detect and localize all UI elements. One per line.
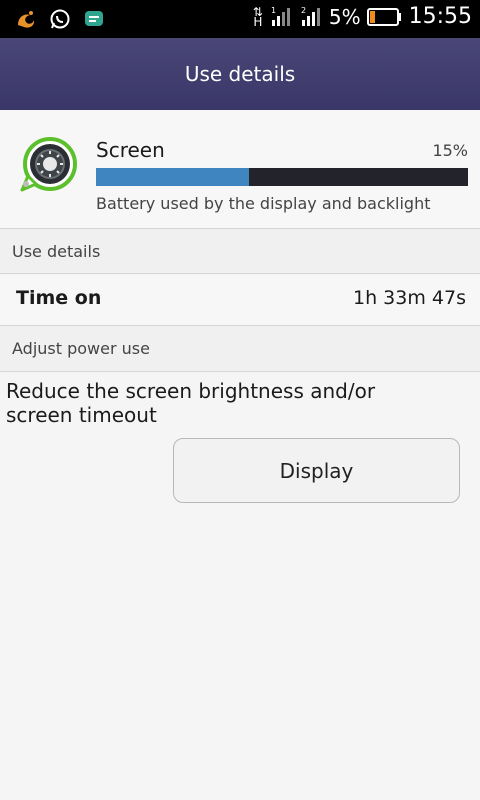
notification-icons — [14, 7, 106, 31]
section-header-label: Adjust power use — [12, 339, 150, 358]
time-on-label: Time on — [16, 287, 102, 309]
usage-progress-bar — [96, 168, 468, 186]
page-title: Use details — [184, 62, 296, 86]
section-header-use-details: Use details — [0, 229, 480, 274]
usage-item-description: Battery used by the display and backligh… — [96, 194, 431, 213]
power-advice-text: Reduce the screen brightness and/or scre… — [6, 379, 376, 427]
status-bar: ⇅ H 1 2 5% 15:55 — [0, 0, 480, 38]
network-type-label: H — [253, 14, 263, 29]
signal-sim2-icon: 2 — [301, 6, 320, 26]
system-status: ⇅ H 1 2 5% 15:55 — [253, 4, 472, 29]
whatsapp-icon — [50, 9, 70, 29]
sim2-label: 2 — [301, 6, 306, 15]
signal-sim1-icon: 1 — [271, 6, 290, 26]
section-header-adjust-power: Adjust power use — [0, 326, 480, 372]
battery-icon — [366, 7, 401, 26]
uc-browser-icon — [18, 11, 35, 28]
display-settings-button[interactable]: Display — [173, 438, 460, 503]
chat-bubble-icon — [85, 11, 103, 26]
usage-progress-fill — [96, 168, 249, 186]
data-arrows-icon: ⇅ H — [252, 4, 263, 29]
clock: 15:55 — [408, 4, 472, 29]
battery-percent: 5% — [328, 4, 361, 29]
display-button-label: Display — [279, 458, 354, 483]
time-on-value: 1h 33m 47s — [353, 287, 466, 309]
screen-brightness-icon — [20, 137, 77, 192]
time-on-row: Time on 1h 33m 47s — [0, 275, 480, 326]
section-header-label: Use details — [12, 242, 101, 261]
usage-item-name: Screen — [96, 138, 165, 162]
usage-item-percent: 15% — [432, 141, 468, 160]
sim1-label: 1 — [271, 6, 276, 15]
app-bar: Use details — [0, 38, 480, 110]
